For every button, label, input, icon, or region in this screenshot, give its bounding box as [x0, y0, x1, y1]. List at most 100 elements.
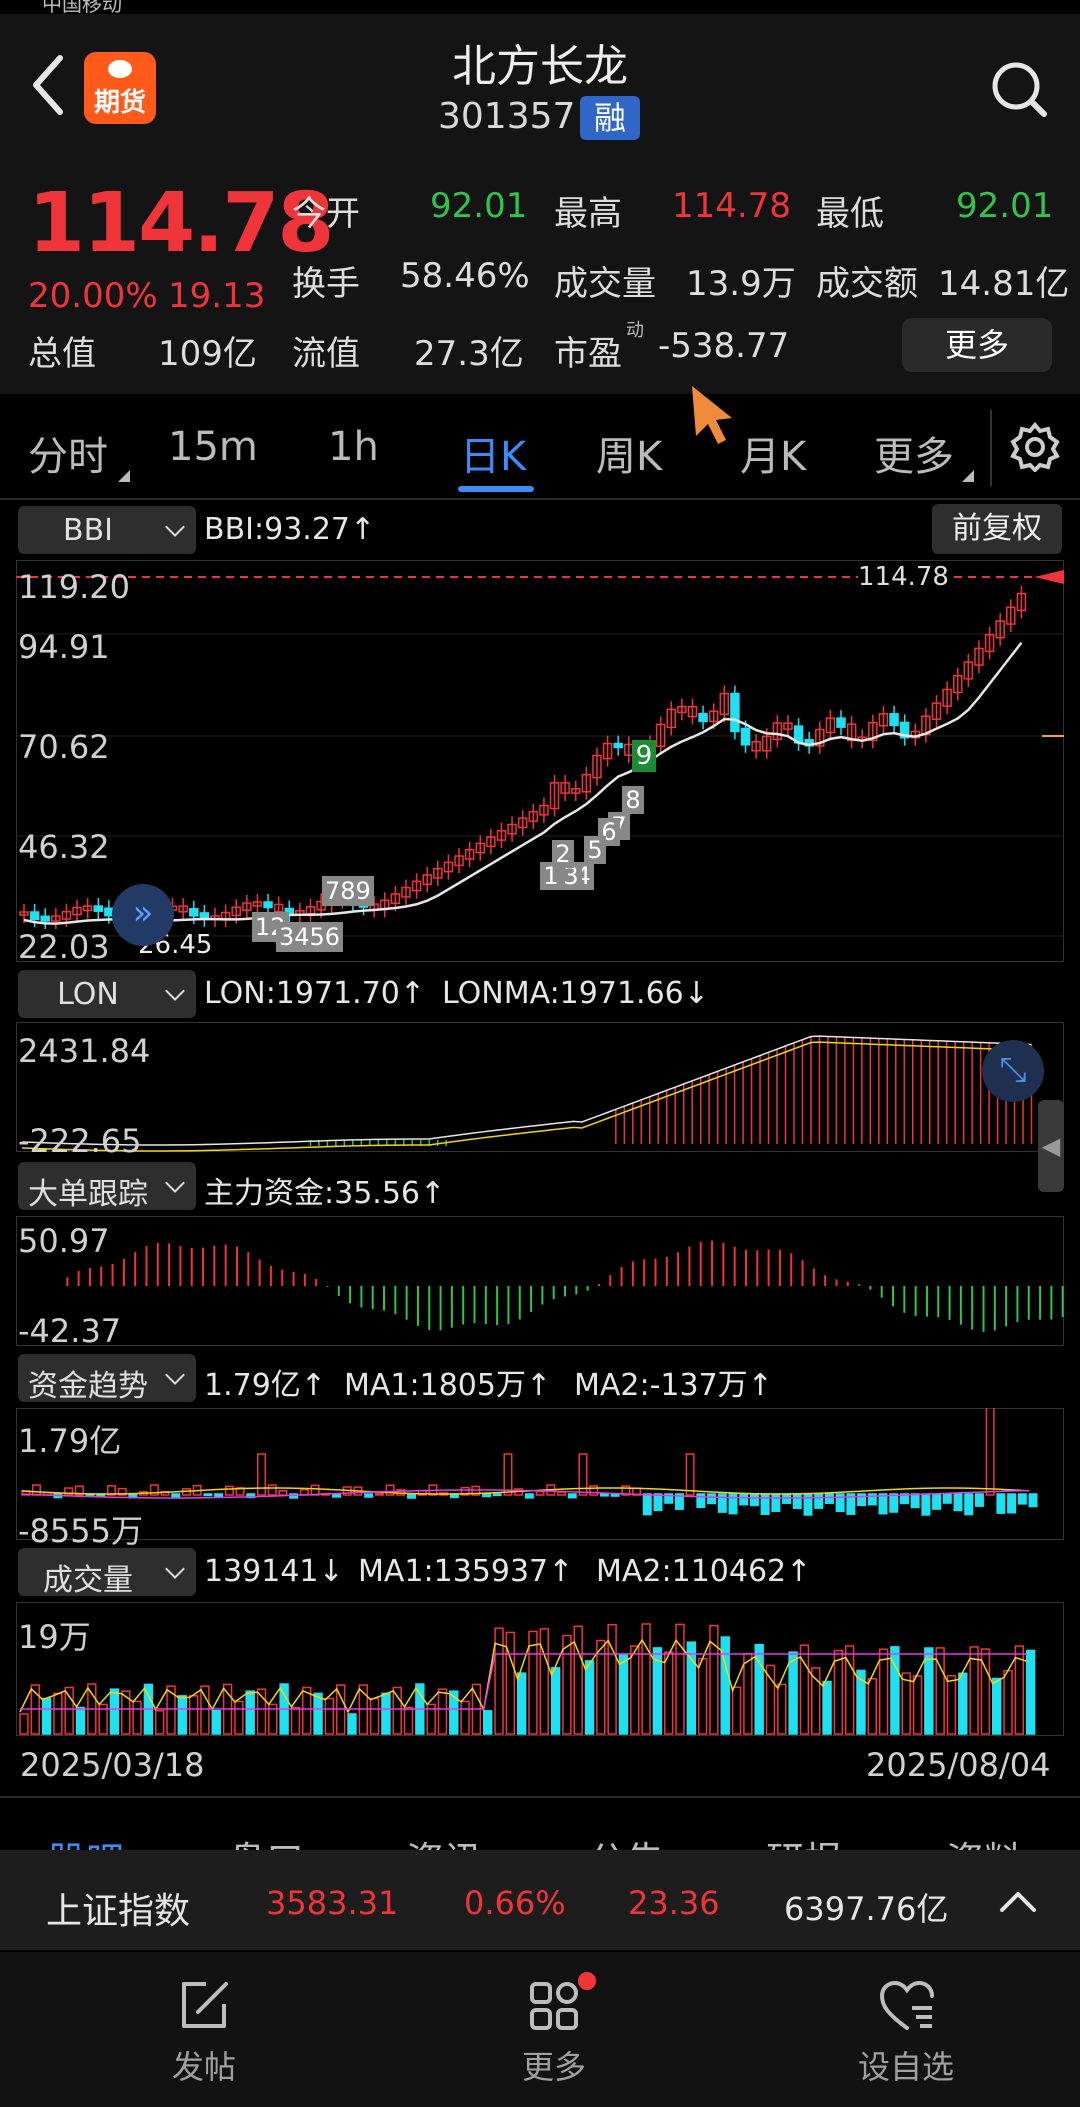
- futures-badge[interactable]: 期货: [84, 52, 156, 124]
- tab-weekly[interactable]: 周K: [596, 424, 662, 482]
- volume-indicator-dropdown[interactable]: 成交量: [18, 1548, 196, 1598]
- back-arrow-icon[interactable]: [26, 50, 70, 120]
- nav-more[interactable]: 更多: [474, 1968, 634, 2098]
- fund-bar: [685, 1453, 695, 1496]
- tab-15m[interactable]: 15m: [168, 424, 258, 470]
- date-start: 2025/03/18: [20, 1746, 205, 1784]
- volume-bar: [516, 1672, 527, 1735]
- volume-bar: [618, 1653, 629, 1735]
- index-name: 上证指数: [46, 1891, 191, 1932]
- fund-bar: [332, 1493, 342, 1498]
- search-icon[interactable]: [990, 60, 1048, 118]
- fund-bar: [214, 1493, 224, 1498]
- futures-badge-label: 期货: [93, 88, 146, 118]
- volume-bar: [245, 1690, 255, 1735]
- fundtrend-indicator-dropdown[interactable]: 资金趋势: [18, 1354, 196, 1404]
- turnover-value: 58.46%: [400, 256, 530, 296]
- fund-bar: [224, 1485, 234, 1496]
- tab-monthly[interactable]: 月K: [740, 424, 806, 482]
- candle-body: [29, 911, 40, 921]
- volume-bar: [188, 1695, 199, 1735]
- fund-bar: [31, 1484, 41, 1496]
- quote-more-button[interactable]: 更多: [902, 318, 1052, 372]
- bbi-line: [23, 641, 1023, 925]
- bigorder-axis-bottom: -42.37: [18, 1312, 122, 1350]
- fund-bar: [953, 1493, 963, 1512]
- volume-bar: [1003, 1669, 1013, 1735]
- chevron-down-icon: [165, 1559, 185, 1579]
- candle-body: [889, 713, 899, 727]
- main-indicator-dropdown[interactable]: BBI: [18, 506, 196, 554]
- fund-bar: [535, 1490, 545, 1496]
- volume-bar: [743, 1653, 753, 1735]
- volume-bar: [822, 1680, 832, 1735]
- nav-add-watchlist[interactable]: 设自选: [826, 1968, 986, 2098]
- volume-bar: [528, 1630, 538, 1735]
- expand-icon[interactable]: ⤡: [982, 1040, 1044, 1102]
- volume-bar: [403, 1706, 414, 1735]
- heart-list-icon: [879, 1980, 934, 2030]
- main-axis-3: 70.62: [18, 728, 110, 766]
- main-axis-4: 46.32: [18, 828, 110, 866]
- fund-bar: [567, 1493, 577, 1499]
- lon-readout: LON:1971.70↑: [204, 976, 426, 1011]
- volume-bar: [302, 1686, 312, 1735]
- main-axis-1: 119.20: [18, 568, 130, 606]
- volume-bar: [641, 1623, 651, 1735]
- tab-divider: [990, 410, 992, 486]
- turnover-label: 换手: [292, 264, 360, 304]
- candle-body: [613, 742, 623, 749]
- fast-forward-icon[interactable]: »: [112, 884, 174, 946]
- seq-mark-789: 789: [322, 876, 374, 906]
- volume-readout: 139141↓: [204, 1554, 344, 1589]
- volume-label: 成交量: [554, 264, 656, 304]
- panel-frame: [16, 1216, 1064, 1346]
- tab-active-indicator: [458, 486, 534, 492]
- stock-code: 301357: [438, 96, 576, 137]
- fund-bar: [889, 1493, 899, 1513]
- float-value: 27.3亿: [414, 334, 524, 374]
- volume-bar: [630, 1645, 640, 1735]
- main-indicator-label: BBI: [62, 513, 113, 548]
- low-value: 92.01: [956, 186, 1054, 226]
- volume-bar: [381, 1692, 391, 1735]
- volume-bar: [392, 1686, 402, 1735]
- tab-more[interactable]: 更多: [874, 424, 954, 482]
- candle-body: [40, 915, 50, 922]
- fund-bar: [524, 1493, 534, 1499]
- tab-timeshare[interactable]: 分时: [28, 424, 108, 482]
- nav-compose[interactable]: 发帖: [124, 1968, 284, 2098]
- gear-icon[interactable]: [1010, 422, 1060, 472]
- margin-tag: 融: [580, 96, 640, 140]
- fund-bar: [589, 1485, 599, 1496]
- volume-bar: [121, 1690, 131, 1735]
- last-price-arrow: [1034, 570, 1064, 584]
- volume-bar: [946, 1675, 957, 1735]
- fund-bar: [824, 1493, 834, 1504]
- fund-bar: [974, 1493, 984, 1507]
- status-bar: 中国移动: [0, 0, 1080, 14]
- fundtrend-readout: 1.79亿↑: [204, 1368, 326, 1403]
- tab-1h[interactable]: 1h: [328, 424, 379, 470]
- adjust-button[interactable]: 前复权: [932, 504, 1062, 554]
- volume-bar: [878, 1648, 889, 1735]
- candle-body: [836, 717, 846, 728]
- side-handle-icon[interactable]: ◀: [1038, 1100, 1064, 1192]
- volume-bar: [958, 1672, 968, 1735]
- candlestick-chart[interactable]: [16, 560, 1064, 962]
- candle-body: [263, 901, 273, 909]
- fund-bar: [557, 1491, 567, 1496]
- bigorder-indicator-dropdown[interactable]: 大单跟踪: [18, 1162, 196, 1212]
- nav-compose-label: 发帖: [171, 2048, 236, 2086]
- chevron-up-icon[interactable]: [998, 1886, 1038, 1916]
- volume-bar: [550, 1667, 561, 1735]
- fund-bar: [364, 1493, 374, 1498]
- tab-daily[interactable]: 日K: [460, 424, 526, 482]
- tab-more-caret-icon: [962, 470, 974, 482]
- lon-indicator-dropdown[interactable]: LON: [18, 970, 196, 1018]
- mktcap-value: 109亿: [158, 334, 257, 374]
- lower-tabs: 股吧 盘口 资讯 公告 研报 资料: [0, 1820, 1080, 1854]
- fund-bar: [910, 1493, 920, 1509]
- fund-bar: [503, 1453, 513, 1496]
- lonma-readout: LONMA:1971.66↓: [442, 976, 709, 1011]
